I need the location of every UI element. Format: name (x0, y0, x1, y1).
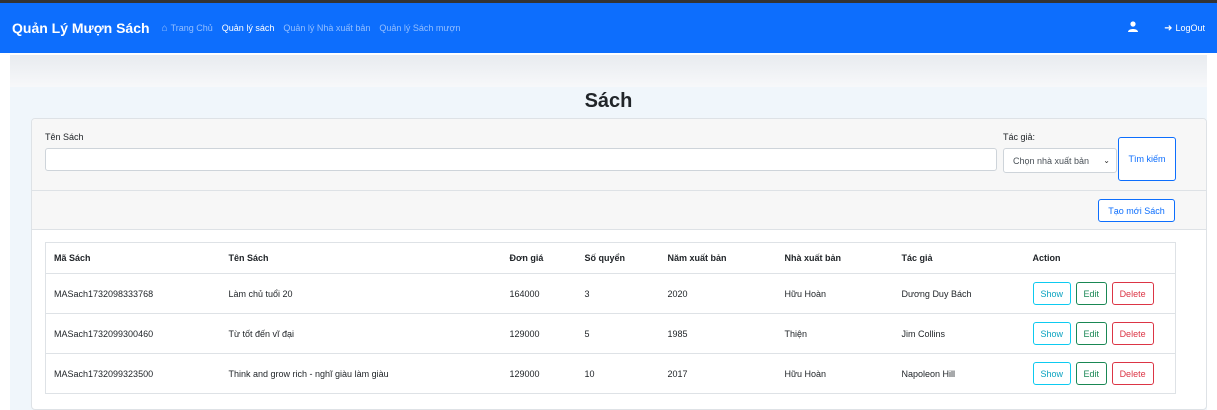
cell-publisher: Hữu Hoàn (776, 353, 894, 394)
col-header-year: Năm xuất bản (659, 242, 777, 274)
main-container: Sách Tên Sách Tác giả: Chọn nhà xuất bản… (10, 87, 1207, 410)
author-label: Tác giả: (1003, 132, 1036, 142)
user-icon[interactable] (1128, 21, 1139, 35)
home-icon: ⌂ (161, 22, 168, 34)
logout-icon: ➜ (1164, 22, 1173, 34)
create-book-button[interactable]: Tạo mới Sách (1098, 199, 1175, 222)
col-header-quantity: Số quyển (576, 242, 660, 274)
cell-year: 2017 (659, 353, 777, 394)
cell-quantity: 10 (576, 353, 660, 394)
nav-right: ➜ LogOut (1128, 21, 1205, 35)
table-row: MASach1732099300460 Từ tốt đến vĩ đại 12… (45, 313, 1176, 354)
search-button[interactable]: Tìm kiếm (1118, 137, 1176, 181)
cell-book-id: MASach1732099300460 (45, 313, 221, 354)
delete-button[interactable]: Delete (1111, 362, 1154, 385)
books-card: Tên Sách Tác giả: Chọn nhà xuất bản ⌄ Tì… (31, 118, 1207, 410)
table-row: MASach1732099323500 Think and grow rich … (45, 353, 1176, 394)
show-button[interactable]: Show (1032, 362, 1072, 385)
cell-book-id: MASach1732099323500 (45, 353, 221, 394)
cell-publisher: Thiện (776, 313, 894, 354)
col-header-author: Tác giả (893, 242, 1025, 274)
search-area: Tên Sách Tác giả: Chọn nhà xuất bản ⌄ Tì… (32, 119, 1206, 191)
book-name-input[interactable] (45, 148, 997, 171)
col-header-publisher: Nhà xuất bản (776, 242, 894, 274)
cell-actions: Show Edit Delete (1024, 353, 1176, 394)
col-header-book-id: Mã Sách (45, 242, 221, 274)
cell-year: 2020 (659, 273, 777, 314)
nav-link-borrowed-books[interactable]: Quản lý Sách mượn (379, 23, 460, 33)
cell-book-name: Từ tốt đến vĩ đại (220, 313, 502, 354)
edit-button[interactable]: Edit (1075, 362, 1108, 385)
edit-button[interactable]: Edit (1075, 282, 1108, 305)
top-navbar: Quản Lý Mượn Sách ⌂ Trang Chủ Quản lý sá… (0, 0, 1217, 53)
edit-button[interactable]: Edit (1075, 322, 1108, 345)
header-band (10, 55, 1207, 87)
nav-link-books[interactable]: Quản lý sách (222, 23, 275, 33)
cell-price: 164000 (501, 273, 577, 314)
cell-year: 1985 (659, 313, 777, 354)
brand-title[interactable]: Quản Lý Mượn Sách (12, 20, 150, 36)
col-header-action: Action (1024, 242, 1176, 274)
col-header-price: Đơn giá (501, 242, 577, 274)
cell-author: Jim Collins (893, 313, 1025, 354)
delete-button[interactable]: Delete (1111, 322, 1154, 345)
col-header-book-name: Tên Sách (220, 242, 502, 274)
cell-quantity: 3 (576, 273, 660, 314)
table-header-row: Mã Sách Tên Sách Đơn giá Số quyển Năm xu… (45, 242, 1176, 274)
cell-author: Dương Duy Bách (893, 273, 1025, 314)
nav-link-home[interactable]: ⌂ Trang Chủ (162, 23, 213, 34)
logout-link[interactable]: ➜ LogOut (1164, 23, 1205, 34)
cell-actions: Show Edit Delete (1024, 273, 1176, 314)
show-button[interactable]: Show (1032, 322, 1072, 345)
book-name-label: Tên Sách (45, 132, 84, 142)
cell-quantity: 5 (576, 313, 660, 354)
cell-book-name: Think and grow rich - nghĩ giàu làm giàu (220, 353, 502, 394)
nav-link-home-label: Trang Chủ (170, 23, 213, 33)
cell-book-name: Làm chủ tuổi 20 (220, 273, 502, 314)
delete-button[interactable]: Delete (1111, 282, 1154, 305)
cell-price: 129000 (501, 313, 577, 354)
nav-link-publishers[interactable]: Quản lý Nhà xuất bản (283, 23, 370, 33)
cell-author: Napoleon Hill (893, 353, 1025, 394)
cell-price: 129000 (501, 353, 577, 394)
toolbar: Tạo mới Sách (32, 191, 1206, 230)
table-row: MASach1732098333768 Làm chủ tuổi 20 1640… (45, 273, 1176, 314)
cell-book-id: MASach1732098333768 (45, 273, 221, 314)
books-table: Mã Sách Tên Sách Đơn giá Số quyển Năm xu… (45, 242, 1176, 394)
show-button[interactable]: Show (1032, 282, 1072, 305)
chevron-down-icon: ⌄ (1103, 156, 1110, 165)
logout-label: LogOut (1175, 23, 1205, 33)
page-title: Sách (584, 90, 633, 112)
publisher-select[interactable]: Chọn nhà xuất bản ⌄ (1003, 148, 1117, 173)
publisher-select-value: Chọn nhà xuất bản (1013, 155, 1090, 166)
cell-publisher: Hữu Hoàn (776, 273, 894, 314)
cell-actions: Show Edit Delete (1024, 313, 1176, 354)
